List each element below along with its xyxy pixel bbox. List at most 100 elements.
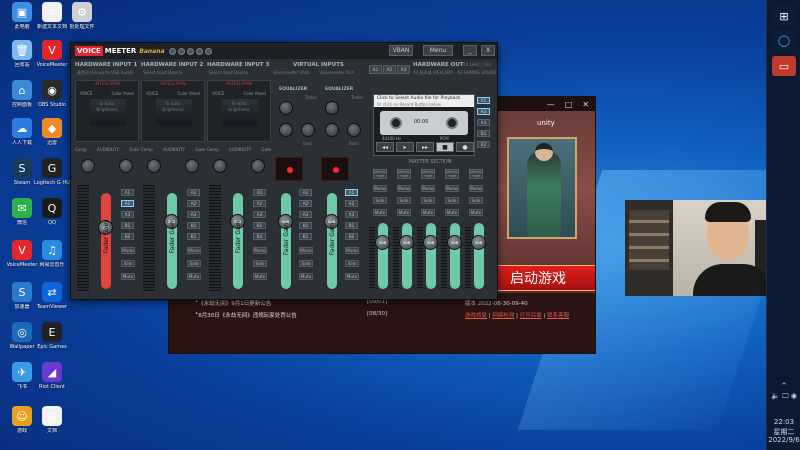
cassette-bus-a3-button[interactable]: A3 [477, 119, 490, 126]
mono-button[interactable]: Mono [253, 247, 267, 254]
cassette-bus-a2-button[interactable]: A2 [477, 108, 490, 115]
gate-knob[interactable] [119, 159, 133, 173]
mid-knob[interactable] [325, 123, 339, 137]
bus-eq-button[interactable]: Solo [469, 197, 483, 204]
close-icon[interactable]: ✕ [582, 100, 589, 109]
solo-button[interactable]: Solo [253, 260, 267, 267]
comp-knob[interactable] [147, 159, 161, 173]
bus-a3-button[interactable]: A3 [299, 211, 312, 218]
bus-a1-button[interactable]: A1 [121, 189, 134, 196]
desktop-icon[interactable]: ◢ Riot Client [34, 362, 70, 390]
forward-icon[interactable]: ▸▸ [416, 142, 434, 152]
solo-button[interactable]: Solo [187, 260, 201, 267]
clock-time[interactable]: 22:03 [767, 418, 800, 426]
bus-b1-button[interactable]: B1 [187, 222, 200, 229]
solo-button[interactable]: Solo [345, 260, 359, 267]
bus-b2-button[interactable]: B2 [299, 233, 312, 240]
bus-mute-button[interactable]: Mute [469, 209, 483, 216]
search-icon[interactable]: ◯ [772, 30, 796, 50]
bus-a1-button[interactable]: A1 [253, 189, 266, 196]
bus-b2-button[interactable]: B2 [187, 233, 200, 240]
strip-device[interactable]: Select Input Device [209, 70, 248, 75]
app-taskbar-icon[interactable]: ▭ [772, 56, 796, 76]
bus-fader-handle[interactable]: 0dB [423, 235, 438, 250]
bus-mono-button[interactable]: Mono [469, 185, 483, 192]
bus-eq-button[interactable]: Solo [373, 197, 387, 204]
mute-button[interactable]: Mute [253, 273, 267, 280]
tray-icons[interactable]: ^ [767, 382, 800, 390]
news-item[interactable]: • 8月30日《永劫无间》违规玩家处罚公告 [08/30] [195, 311, 387, 319]
cassette-player[interactable]: Click to Select Audio file for Playback O… [373, 94, 475, 156]
bus-fader-track[interactable] [450, 223, 460, 289]
bus-mono-button[interactable]: Mono [445, 185, 459, 192]
out-a1-tab[interactable]: A1 [369, 65, 382, 74]
cassette-bus-a1-button[interactable]: A1 [477, 97, 490, 104]
vban-button[interactable]: VBAN [389, 45, 413, 56]
treble-knob[interactable] [325, 101, 339, 115]
bus-fader-track[interactable] [474, 223, 484, 289]
bus-mute-button[interactable]: Mute [445, 209, 459, 216]
repair-link[interactable]: 游戏修复 [465, 313, 487, 319]
bus-a1-button[interactable]: A1 [187, 189, 200, 196]
record-icon[interactable]: ● [456, 142, 474, 152]
cassette-bus-b1-button[interactable]: B1 [477, 130, 490, 137]
bus-b1-button[interactable]: B1 [253, 222, 266, 229]
bus-b2-button[interactable]: B2 [121, 233, 134, 240]
desktop-icon[interactable]: Q QQ [34, 198, 70, 226]
mono-button[interactable]: Mono [345, 247, 359, 254]
intellipan-panel[interactable]: INTELLIPAN VOICE Color Panel fx echo Brightn… [141, 80, 205, 142]
voicemeeter-window[interactable]: VOICE MEETER Banana VBAN Menu _ X HARDWA… [70, 42, 498, 300]
desktop-icon[interactable]: G Logitech G HUB [34, 158, 70, 186]
bus-fader-handle[interactable]: 0dB [375, 235, 390, 250]
intellipan-panel[interactable]: INTELLIPAN VOICE Color Panel fx echo Brightn… [75, 80, 139, 142]
desktop-icon[interactable]: ⚙ 批处理文件 [64, 2, 100, 30]
minimize-icon[interactable]: — [547, 100, 555, 109]
mono-button[interactable]: Mono [299, 247, 313, 254]
stop-icon[interactable]: ■ [436, 142, 454, 152]
tray-icons-row[interactable]: 🔈 🖵 ◉ [767, 392, 800, 401]
cassette-bus-b2-button[interactable]: B2 [477, 141, 490, 148]
mono-button[interactable]: Mono [121, 247, 135, 254]
news-title[interactable]: 8月30日《永劫无间》违规玩家处罚公告 [198, 311, 297, 319]
bus-b1-button[interactable]: B1 [121, 222, 134, 229]
hardware-out-device[interactable]: A1 扬声器 (REALTEK) · A2 GAMING SOUND [413, 70, 496, 76]
start-game-button[interactable]: 启动游戏 [491, 265, 595, 291]
out-a3-tab[interactable]: A3 [397, 65, 410, 74]
start-icon[interactable]: ⊞ [772, 6, 796, 26]
bus-a2-button[interactable]: A2 [187, 200, 200, 207]
bus-fader-track[interactable] [426, 223, 436, 289]
bus-a3-button[interactable]: A3 [187, 211, 200, 218]
bus-eq-button[interactable]: Solo [421, 197, 435, 204]
bus-fader-handle[interactable]: 0dB [447, 235, 462, 250]
news-title[interactable]: 《永劫无间》9月1日更新公告 [198, 299, 271, 307]
bus-b1-button[interactable]: B1 [299, 222, 312, 229]
strip-device[interactable]: Select Input Device [143, 70, 182, 75]
intellipan-panel[interactable]: INTELLIPAN VOICE Color Panel fx echo Brightn… [207, 80, 271, 142]
bus-fader-track[interactable] [402, 223, 412, 289]
mute-button[interactable]: Mute [299, 273, 313, 280]
mute-button[interactable]: Mute [121, 273, 135, 280]
bus-a1-button[interactable]: A1 [345, 189, 358, 196]
bass-knob[interactable] [301, 123, 315, 137]
bus-mono-button[interactable]: Mono [373, 185, 387, 192]
bus-a3-button[interactable]: A3 [345, 211, 358, 218]
rewind-icon[interactable]: ◂◂ [376, 142, 394, 152]
bus-mode-button[interactable]: Normal mode [397, 169, 411, 179]
desktop-icon[interactable]: ◉ OBS Studio [34, 80, 70, 108]
open-dir-link[interactable]: 打开目录 [520, 313, 542, 319]
bus-mode-button[interactable]: Normal mode [445, 169, 459, 179]
bus-eq-button[interactable]: Solo [445, 197, 459, 204]
mono-button[interactable]: Mono [187, 247, 201, 254]
minimize-button[interactable]: _ [463, 45, 477, 56]
mute-button[interactable]: Mute [187, 273, 201, 280]
network-link[interactable]: 网络检测 [492, 313, 514, 319]
desktop-icon[interactable]: E Epic Games [34, 322, 70, 350]
pan-dot[interactable] [287, 167, 293, 173]
mute-button[interactable]: Mute [345, 273, 359, 280]
treble-knob[interactable] [279, 101, 293, 115]
bus-mute-button[interactable]: Mute [397, 209, 411, 216]
bus-a2-button[interactable]: A2 [253, 200, 266, 207]
comp-knob[interactable] [81, 159, 95, 173]
bus-eq-button[interactable]: Solo [397, 197, 411, 204]
bus-mode-button[interactable]: Normal mode [469, 169, 483, 179]
